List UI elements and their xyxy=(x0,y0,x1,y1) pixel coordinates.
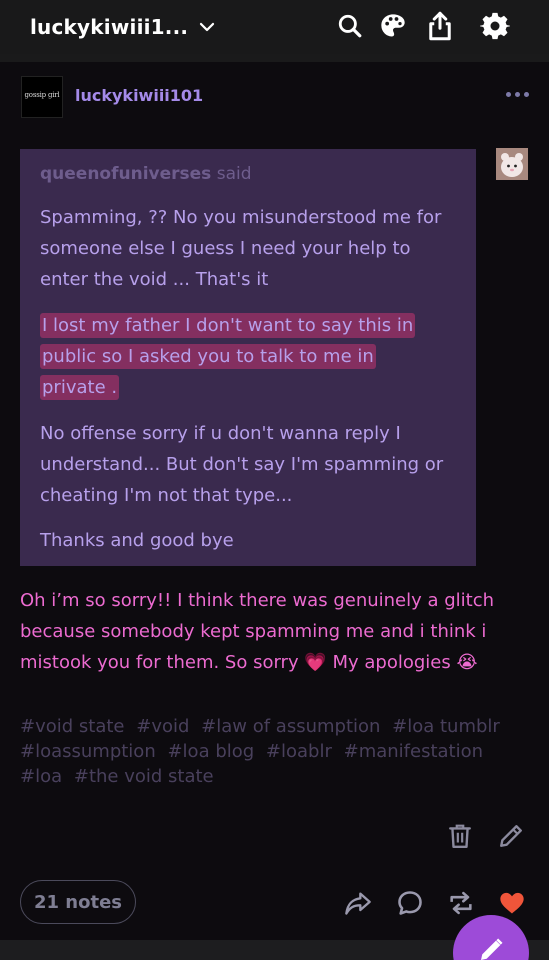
share-arrow-icon[interactable] xyxy=(343,888,373,918)
quote-author-avatar[interactable] xyxy=(496,148,528,180)
compose-pencil-icon xyxy=(481,938,503,960)
tag[interactable]: #loablr xyxy=(266,741,332,762)
tag[interactable]: #void state xyxy=(20,716,125,737)
tag[interactable]: #void xyxy=(136,716,189,737)
quote-paragraph: Spamming, ?? No you misunderstood me for… xyxy=(40,207,442,290)
tag[interactable]: #manifestation xyxy=(344,741,483,762)
tag[interactable]: #loassumption xyxy=(20,741,156,762)
tag[interactable]: #loa tumblr xyxy=(392,716,500,737)
tag[interactable]: #the void state xyxy=(74,766,214,787)
quote-paragraph: No offense sorry if u don't wanna reply … xyxy=(40,423,444,506)
reblogged-quote: queenofuniverses said Spamming, ?? No yo… xyxy=(20,149,476,566)
post-header: gossip girl luckykiwiii101 xyxy=(0,62,549,132)
highlight-line: private . xyxy=(40,375,120,400)
reblog-icon[interactable] xyxy=(446,888,476,918)
highlight-line: public so I asked you to talk to me in xyxy=(40,344,376,369)
top-bar: luckykiwiii1... xyxy=(0,0,549,54)
search-icon[interactable] xyxy=(334,10,366,42)
avatar[interactable]: gossip girl xyxy=(21,76,63,118)
post-username[interactable]: luckykiwiii101 xyxy=(75,86,203,105)
avatar-logo-text: gossip girl xyxy=(24,91,60,99)
quote-highlighted-paragraph: I lost my father I don't want to say thi… xyxy=(40,310,460,403)
quote-paragraph: Thanks and good bye xyxy=(40,530,234,551)
tag[interactable]: #loa xyxy=(20,766,62,787)
heart-like-icon[interactable] xyxy=(497,888,527,918)
tag-list: #void state #void #law of assumption #lo… xyxy=(20,714,530,789)
share-icon[interactable] xyxy=(424,10,456,42)
post-reply-text: Oh i’m so sorry!! I think there was genu… xyxy=(20,590,495,673)
post-card: gossip girl luckykiwiii101 queenofuniver… xyxy=(0,62,549,940)
tag[interactable]: #law of assumption xyxy=(201,716,380,737)
gear-icon[interactable] xyxy=(479,10,511,42)
palette-icon[interactable] xyxy=(377,10,409,42)
highlight-line: I lost my father I don't want to say thi… xyxy=(40,313,416,338)
quote-author[interactable]: queenofuniverses xyxy=(40,164,211,184)
quote-said: said xyxy=(216,164,252,184)
edit-pencil-icon[interactable] xyxy=(497,822,525,850)
delete-icon[interactable] xyxy=(446,822,474,850)
blog-switcher[interactable]: luckykiwiii1... xyxy=(30,12,216,42)
tag[interactable]: #loa blog xyxy=(167,741,254,762)
comment-icon[interactable] xyxy=(395,888,425,918)
quote-attribution: queenofuniverses said xyxy=(40,164,252,184)
chevron-down-icon xyxy=(200,22,215,32)
notes-button[interactable]: 21 notes xyxy=(20,880,136,924)
blog-name: luckykiwiii1... xyxy=(30,15,189,39)
more-options-icon[interactable] xyxy=(506,92,529,97)
